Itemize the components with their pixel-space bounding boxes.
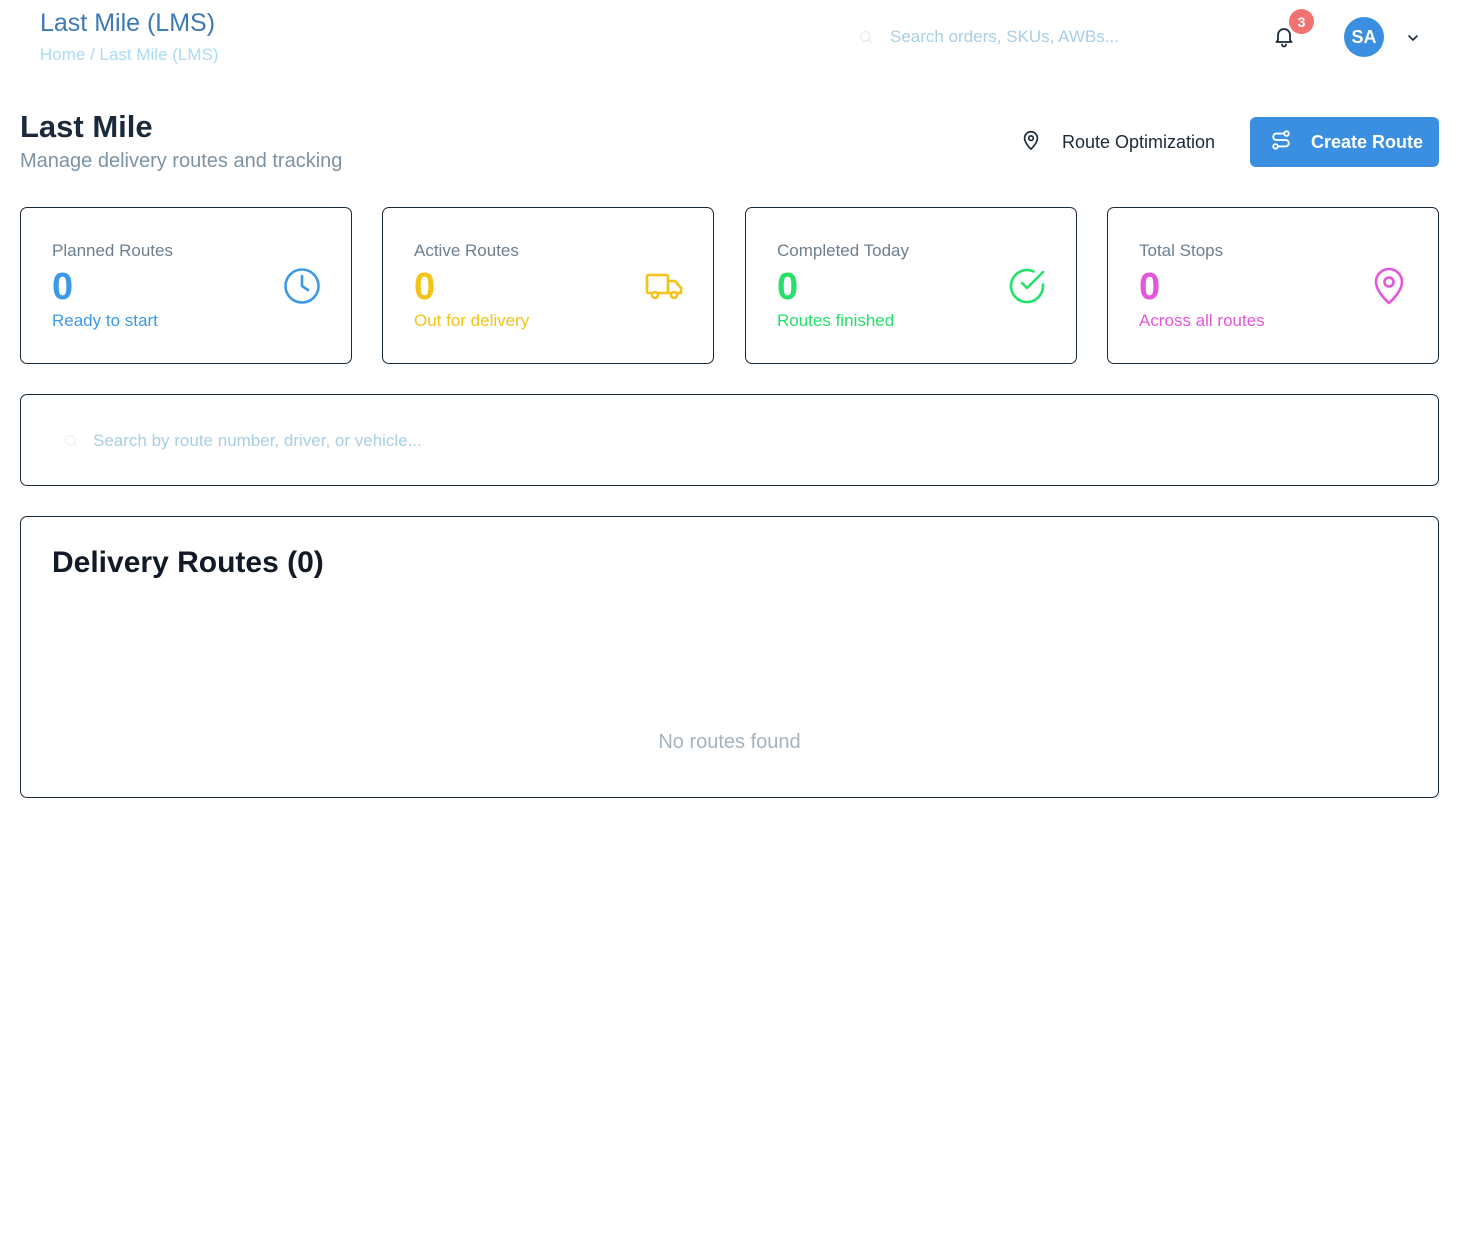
page-subtitle: Manage delivery routes and tracking [20, 150, 343, 172]
stat-subtext: Routes finished [777, 311, 895, 330]
stat-card-planned-routes: Planned Routes 0 Ready to start [20, 207, 352, 364]
stat-value: 0 [52, 266, 74, 308]
stat-label: Active Routes [414, 241, 519, 260]
route-icon [1270, 129, 1292, 156]
route-optimization-button[interactable]: Route Optimization [1005, 117, 1235, 167]
stat-card-total-stops: Total Stops 0 Across all routes [1107, 207, 1439, 364]
stat-value: 0 [414, 266, 436, 308]
global-search-input[interactable] [856, 22, 1216, 52]
stat-card-active-routes: Active Routes 0 Out for delivery [382, 207, 714, 364]
stat-label: Planned Routes [52, 241, 173, 260]
stat-value: 0 [1139, 266, 1161, 308]
delivery-routes-panel: Delivery Routes (0) No routes found [20, 516, 1439, 798]
stat-subtext: Ready to start [52, 311, 158, 330]
stat-subtext: Across all routes [1139, 311, 1265, 330]
delivery-routes-title: Delivery Routes (0) [52, 546, 324, 579]
page-title: Last Mile [20, 109, 153, 144]
truck-icon [644, 266, 684, 306]
top-bar: Last Mile (LMS) Home / Last Mile (LMS) 3… [0, 0, 1466, 80]
stat-label: Total Stops [1139, 241, 1224, 260]
app-title: Last Mile (LMS) [40, 9, 216, 37]
stat-value: 0 [777, 266, 799, 308]
route-optimization-label: Route Optimization [1062, 131, 1216, 152]
clock-icon [282, 266, 322, 306]
notification-badge: 3 [1289, 9, 1314, 34]
map-pin-icon [1020, 129, 1042, 156]
check-circle-icon [1007, 266, 1047, 306]
route-search-panel [20, 394, 1439, 486]
chevron-down-icon[interactable] [1405, 30, 1421, 51]
map-pin-icon [1369, 266, 1409, 306]
route-search-input[interactable] [61, 425, 1401, 457]
user-avatar[interactable]: SA [1344, 17, 1384, 57]
stat-label: Completed Today [777, 241, 909, 260]
empty-state-message: No routes found [658, 731, 801, 753]
create-route-button[interactable]: Create Route [1250, 117, 1439, 167]
stat-card-completed-today: Completed Today 0 Routes finished [745, 207, 1077, 364]
stat-subtext: Out for delivery [414, 311, 530, 330]
create-route-label: Create Route [1311, 131, 1424, 152]
breadcrumb[interactable]: Home / Last Mile (LMS) [40, 45, 219, 65]
